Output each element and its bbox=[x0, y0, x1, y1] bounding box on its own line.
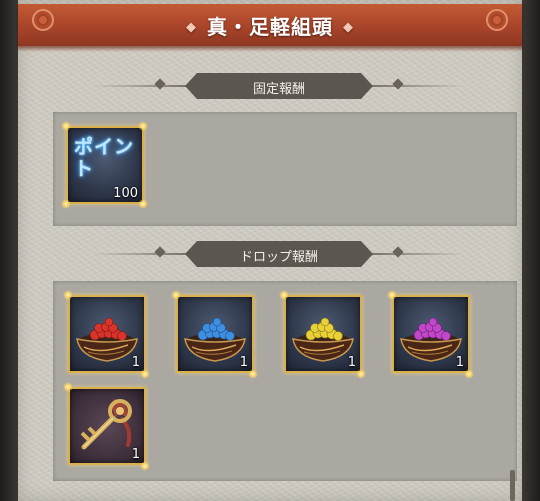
reward-item-yellow-orbs[interactable]: 1 bbox=[284, 295, 362, 373]
reward-item-purple-orbs[interactable]: 1 bbox=[392, 295, 470, 373]
title-banner: ◆ 真・足軽組頭 ◆ bbox=[18, 4, 522, 52]
sparkle-icon bbox=[171, 290, 181, 300]
sparkle-icon bbox=[387, 290, 397, 300]
scrollbar[interactable] bbox=[510, 470, 515, 501]
right-border bbox=[522, 0, 540, 501]
diamond-icon bbox=[392, 78, 404, 90]
sparkle-icon bbox=[140, 461, 150, 471]
diamond-icon: ◆ bbox=[343, 20, 354, 35]
sparkle-icon bbox=[63, 382, 73, 392]
sparkle-icon bbox=[140, 369, 150, 379]
reward-item-golden-key[interactable]: 1 bbox=[68, 387, 146, 465]
diamond-icon bbox=[154, 246, 166, 258]
item-quantity: 100 bbox=[113, 186, 138, 201]
sparkle-icon bbox=[138, 121, 148, 131]
item-quantity: 1 bbox=[239, 355, 248, 370]
crest-icon bbox=[486, 9, 508, 31]
drop-reward-box: 1 1 1 1 1 bbox=[53, 281, 517, 481]
item-quantity: 1 bbox=[131, 355, 140, 370]
section-plate: ドロップ報酬 bbox=[185, 241, 373, 267]
item-quantity: 1 bbox=[347, 355, 356, 370]
points-icon: ポイント bbox=[74, 136, 135, 180]
section-title: 固定報酬 bbox=[252, 82, 305, 97]
diamond-icon bbox=[154, 78, 166, 90]
drop-reward-header: ドロップ報酬 bbox=[92, 239, 466, 269]
sparkle-icon bbox=[464, 369, 474, 379]
reward-item-red-orbs[interactable]: 1 bbox=[68, 295, 146, 373]
fixed-reward-header: 固定報酬 bbox=[92, 71, 466, 101]
sparkle-icon bbox=[61, 199, 71, 209]
sparkle-icon bbox=[248, 369, 258, 379]
sparkle-icon bbox=[279, 290, 289, 300]
page-title: ◆ 真・足軽組頭 ◆ bbox=[18, 11, 522, 40]
item-quantity: 1 bbox=[131, 447, 140, 462]
left-border bbox=[0, 0, 18, 501]
reward-item-blue-orbs[interactable]: 1 bbox=[176, 295, 254, 373]
sparkle-icon bbox=[138, 199, 148, 209]
diamond-icon bbox=[392, 246, 404, 258]
title-label: 真・足軽組頭 bbox=[207, 15, 333, 39]
sparkle-icon bbox=[63, 290, 73, 300]
reward-item-points[interactable]: ポイント 100 bbox=[66, 126, 144, 204]
item-quantity: 1 bbox=[455, 355, 464, 370]
diamond-icon: ◆ bbox=[186, 20, 197, 35]
section-plate: 固定報酬 bbox=[185, 73, 373, 99]
section-title: ドロップ報酬 bbox=[239, 250, 318, 265]
sparkle-icon bbox=[61, 121, 71, 131]
fixed-reward-box: ポイント 100 bbox=[53, 112, 517, 226]
crest-icon bbox=[32, 9, 54, 31]
sparkle-icon bbox=[356, 369, 366, 379]
